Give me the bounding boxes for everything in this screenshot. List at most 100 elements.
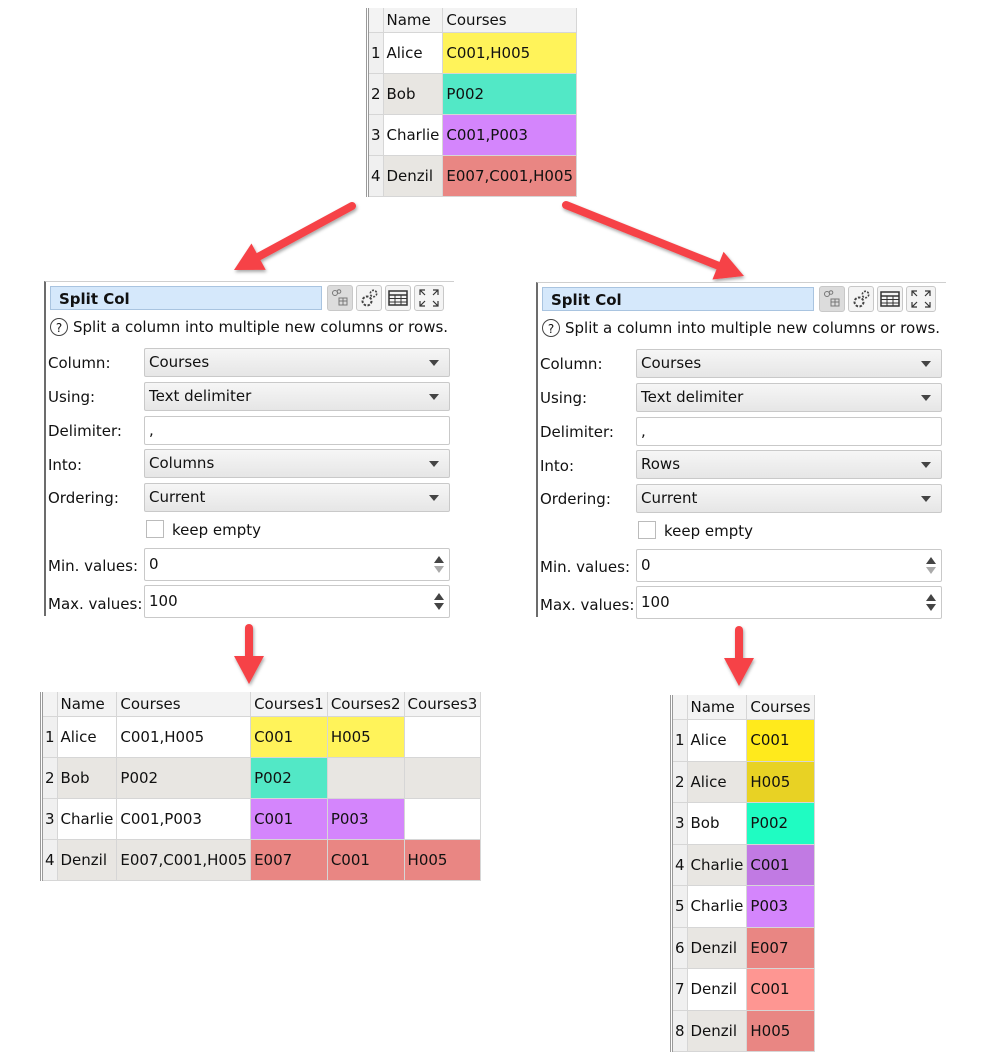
name-cell[interactable]: Alice xyxy=(383,32,444,74)
column-header-courses1[interactable]: Courses1 xyxy=(250,692,328,717)
spin-up-icon[interactable] xyxy=(434,556,444,563)
table-row[interactable]: 3 Charlie C001,P003 C001 P003 xyxy=(43,798,482,840)
spin-up-icon[interactable] xyxy=(434,593,444,600)
table-row[interactable]: 3 Charlie C001,P003 xyxy=(369,114,578,156)
row-number[interactable]: 2 xyxy=(673,761,688,803)
name-cell[interactable]: Charlie xyxy=(57,798,118,840)
name-cell[interactable]: Denzil xyxy=(383,155,444,197)
table-row[interactable]: 4 Denzil E007,C001,H005 xyxy=(369,155,578,197)
ordering-dropdown[interactable]: Current xyxy=(636,484,942,513)
name-cell[interactable]: Denzil xyxy=(687,927,748,969)
table-row[interactable]: 4 Charlie C001 xyxy=(673,844,815,886)
delimiter-input[interactable]: , xyxy=(144,416,450,445)
courses1-cell[interactable]: P002 xyxy=(250,757,328,799)
column-header-courses[interactable]: Courses xyxy=(442,8,578,33)
table-row[interactable]: 1 Alice C001,H005 xyxy=(369,32,578,74)
spin-down-icon[interactable] xyxy=(434,603,444,610)
courses-cell[interactable]: E007 xyxy=(746,927,815,969)
table-row[interactable]: 3 Bob P002 xyxy=(673,802,815,845)
help-icon[interactable]: ? xyxy=(542,319,560,337)
courses-cell[interactable]: H005 xyxy=(746,761,815,803)
into-dropdown[interactable]: Columns xyxy=(144,449,450,478)
courses-cell[interactable]: P003 xyxy=(746,885,815,928)
help-icon[interactable]: ? xyxy=(50,318,68,336)
courses3-cell[interactable] xyxy=(404,798,482,840)
table-row[interactable]: 1 Alice C001,H005 C001 H005 xyxy=(43,716,482,758)
node-table-button[interactable] xyxy=(327,285,353,311)
courses2-cell[interactable]: C001 xyxy=(327,839,405,881)
courses-cell[interactable]: C001 xyxy=(746,968,815,1011)
name-cell[interactable]: Denzil xyxy=(687,1010,748,1052)
table-row[interactable]: 5 Charlie P003 xyxy=(673,885,815,928)
courses1-cell[interactable]: C001 xyxy=(250,798,328,840)
row-number[interactable]: 8 xyxy=(673,1010,688,1052)
row-number[interactable]: 3 xyxy=(43,798,58,840)
table-row[interactable]: 2 Alice H005 xyxy=(673,761,815,803)
node-title-field[interactable]: Split Col xyxy=(542,287,814,311)
courses-cell[interactable]: P002 xyxy=(116,757,252,799)
name-cell[interactable]: Alice xyxy=(687,761,748,803)
spin-up-icon[interactable] xyxy=(926,557,936,564)
courses-cell[interactable]: P002 xyxy=(442,73,578,115)
row-number[interactable]: 2 xyxy=(43,757,58,799)
row-number[interactable]: 2 xyxy=(369,73,384,115)
courses-cell[interactable]: C001,P003 xyxy=(442,114,578,156)
row-number[interactable]: 4 xyxy=(673,844,688,886)
name-cell[interactable]: Denzil xyxy=(687,968,748,1011)
table-row[interactable]: 2 Bob P002 xyxy=(369,73,578,115)
table-view-button[interactable] xyxy=(385,285,411,311)
column-header-name[interactable]: Name xyxy=(687,695,748,720)
table-row[interactable]: 4 Denzil E007,C001,H005 E007 C001 H005 xyxy=(43,839,482,881)
ordering-dropdown[interactable]: Current xyxy=(144,483,450,512)
column-header-courses2[interactable]: Courses2 xyxy=(327,692,405,717)
courses3-cell[interactable] xyxy=(404,757,482,799)
min-values-spinbox[interactable]: 0 xyxy=(144,548,450,581)
spin-up-icon[interactable] xyxy=(926,594,936,601)
courses-cell[interactable]: E007,C001,H005 xyxy=(442,155,578,197)
keep-empty-checkbox[interactable] xyxy=(146,520,164,538)
column-dropdown[interactable]: Courses xyxy=(144,348,450,377)
row-number[interactable]: 1 xyxy=(43,716,58,758)
column-header-name[interactable]: Name xyxy=(383,8,444,33)
courses3-cell[interactable]: H005 xyxy=(404,839,482,881)
settings-button[interactable] xyxy=(848,286,874,312)
courses3-cell[interactable] xyxy=(404,716,482,758)
courses2-cell[interactable] xyxy=(327,757,405,799)
courses2-cell[interactable]: H005 xyxy=(327,716,405,758)
into-dropdown[interactable]: Rows xyxy=(636,450,942,479)
table-row[interactable]: 6 Denzil E007 xyxy=(673,927,815,969)
max-values-spinbox[interactable]: 100 xyxy=(144,585,450,618)
settings-button[interactable] xyxy=(356,285,382,311)
name-cell[interactable]: Alice xyxy=(687,719,748,762)
column-header-courses[interactable]: Courses xyxy=(746,695,815,720)
row-number[interactable]: 5 xyxy=(673,885,688,928)
courses-cell[interactable]: C001,P003 xyxy=(116,798,252,840)
courses-cell[interactable]: C001,H005 xyxy=(116,716,252,758)
name-cell[interactable]: Bob xyxy=(687,802,748,845)
name-cell[interactable]: Bob xyxy=(57,757,118,799)
name-cell[interactable]: Alice xyxy=(57,716,118,758)
row-number[interactable]: 3 xyxy=(673,802,688,845)
maximize-button[interactable] xyxy=(906,286,936,312)
courses-cell[interactable]: C001 xyxy=(746,844,815,886)
table-view-button[interactable] xyxy=(877,286,903,312)
keep-empty-checkbox[interactable] xyxy=(638,521,656,539)
courses-cell[interactable]: C001 xyxy=(746,719,815,762)
courses-cell[interactable]: E007,C001,H005 xyxy=(116,839,252,881)
courses-cell[interactable]: C001,H005 xyxy=(442,32,578,74)
using-dropdown[interactable]: Text delimiter xyxy=(144,382,450,411)
column-header-courses3[interactable]: Courses3 xyxy=(404,692,482,717)
row-number[interactable]: 4 xyxy=(43,839,58,881)
courses1-cell[interactable]: C001 xyxy=(250,716,328,758)
table-row[interactable]: 8 Denzil H005 xyxy=(673,1010,815,1052)
max-values-spinbox[interactable]: 100 xyxy=(636,586,942,619)
row-number[interactable]: 6 xyxy=(673,927,688,969)
row-number[interactable]: 3 xyxy=(369,114,384,156)
courses-cell[interactable]: H005 xyxy=(746,1010,815,1052)
table-row[interactable]: 1 Alice C001 xyxy=(673,719,815,762)
table-row[interactable]: 7 Denzil C001 xyxy=(673,968,815,1011)
row-number[interactable]: 1 xyxy=(369,32,384,74)
min-values-spinbox[interactable]: 0 xyxy=(636,549,942,582)
name-cell[interactable]: Charlie xyxy=(383,114,444,156)
row-number[interactable]: 7 xyxy=(673,968,688,1011)
